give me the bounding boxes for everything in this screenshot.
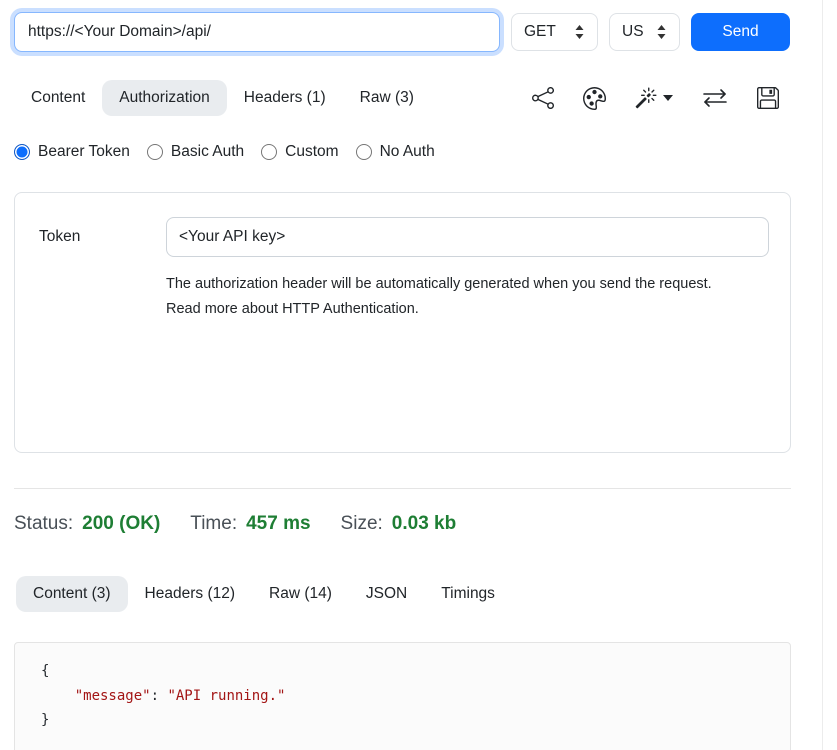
token-label: Token bbox=[39, 228, 166, 246]
region-select[interactable]: US bbox=[609, 13, 680, 51]
request-bar: GET US Send bbox=[14, 0, 791, 52]
time-value: 457 ms bbox=[246, 513, 310, 535]
token-input[interactable] bbox=[166, 217, 769, 257]
palette-icon[interactable] bbox=[583, 87, 606, 110]
radio-icon bbox=[14, 144, 30, 160]
radio-no-auth[interactable]: No Auth bbox=[356, 143, 435, 161]
save-icon[interactable] bbox=[757, 87, 779, 109]
json-close-brace: } bbox=[41, 712, 49, 728]
section-divider bbox=[14, 488, 791, 489]
share-icon[interactable] bbox=[532, 87, 554, 109]
radio-label: Custom bbox=[285, 143, 338, 161]
tab-raw[interactable]: Raw (3) bbox=[343, 80, 431, 116]
magic-wand-icon[interactable] bbox=[635, 87, 673, 109]
select-arrows-icon bbox=[656, 25, 667, 39]
radio-bearer-token[interactable]: Bearer Token bbox=[14, 143, 130, 161]
auth-type-options: Bearer Token Basic Auth Custom No Auth bbox=[14, 143, 791, 161]
page-edge-divider bbox=[822, 0, 823, 750]
request-toolbar bbox=[532, 87, 779, 110]
region-select-value: US bbox=[622, 23, 644, 41]
response-tab-raw[interactable]: Raw (14) bbox=[252, 576, 349, 612]
method-select-value: GET bbox=[524, 23, 556, 41]
bearer-token-panel: Token The authorization header will be a… bbox=[14, 192, 791, 453]
request-tabs-row: Content Authorization Headers (1) Raw (3… bbox=[14, 80, 791, 116]
tab-content[interactable]: Content bbox=[14, 80, 102, 116]
token-row: Token bbox=[39, 217, 790, 257]
json-key: "message" bbox=[75, 688, 151, 704]
time-label: Time: bbox=[190, 513, 237, 535]
radio-icon bbox=[147, 144, 163, 160]
api-client-page: GET US Send Content Authorization Header… bbox=[0, 0, 837, 750]
url-input[interactable] bbox=[14, 12, 500, 52]
size-value: 0.03 kb bbox=[392, 513, 456, 535]
status-label: Status: bbox=[14, 513, 73, 535]
method-select[interactable]: GET bbox=[511, 13, 598, 51]
response-json: { "message": "API running." } bbox=[41, 659, 790, 733]
response-tab-headers[interactable]: Headers (12) bbox=[128, 576, 252, 612]
radio-label: No Auth bbox=[380, 143, 435, 161]
json-open-brace: { bbox=[41, 663, 49, 679]
chevron-down-icon bbox=[663, 95, 673, 101]
radio-icon bbox=[261, 144, 277, 160]
response-body: { "message": "API running." } bbox=[14, 642, 791, 750]
request-tabs: Content Authorization Headers (1) Raw (3… bbox=[14, 80, 431, 116]
json-indent bbox=[41, 688, 75, 704]
radio-label: Bearer Token bbox=[38, 143, 130, 161]
json-colon: : bbox=[151, 688, 168, 704]
size-label: Size: bbox=[341, 513, 383, 535]
response-tab-content[interactable]: Content (3) bbox=[16, 576, 128, 612]
json-value: "API running." bbox=[167, 688, 285, 704]
radio-custom[interactable]: Custom bbox=[261, 143, 338, 161]
select-arrows-icon bbox=[574, 25, 585, 39]
radio-label: Basic Auth bbox=[171, 143, 244, 161]
status-value: 200 (OK) bbox=[82, 513, 160, 535]
radio-basic-auth[interactable]: Basic Auth bbox=[147, 143, 244, 161]
send-button[interactable]: Send bbox=[691, 13, 790, 51]
response-tab-timings[interactable]: Timings bbox=[424, 576, 512, 612]
tab-headers[interactable]: Headers (1) bbox=[227, 80, 343, 116]
token-help-text: The authorization header will be automat… bbox=[166, 272, 748, 322]
response-status-row: Status: 200 (OK) Time: 457 ms Size: 0.03… bbox=[14, 513, 791, 535]
response-tab-json[interactable]: JSON bbox=[349, 576, 424, 612]
tab-authorization[interactable]: Authorization bbox=[102, 80, 226, 116]
radio-icon bbox=[356, 144, 372, 160]
response-tabs: Content (3) Headers (12) Raw (14) JSON T… bbox=[16, 576, 791, 612]
swap-arrows-icon[interactable] bbox=[702, 87, 728, 109]
